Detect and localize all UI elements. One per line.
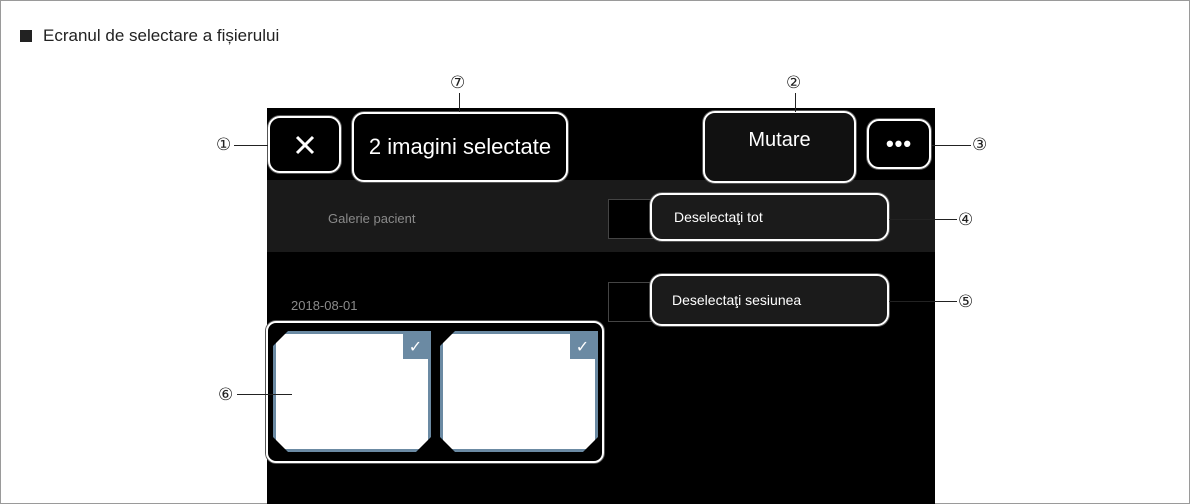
bullet-square-icon [20, 30, 32, 42]
close-icon [295, 135, 314, 154]
callout-2-leader [795, 93, 796, 112]
callout-2: ② [786, 73, 802, 92]
callout-7: ⑦ [450, 73, 466, 92]
figure-heading: Ecranul de selectare a fișierului [20, 26, 279, 46]
more-options-button[interactable]: ••• [867, 119, 931, 169]
heading-text: Ecranul de selectare a fișierului [43, 26, 280, 45]
gallery-label: Galerie pacient [328, 211, 416, 226]
checkmark-icon[interactable]: ✓ [570, 334, 595, 359]
move-button[interactable]: Mutare [703, 111, 856, 183]
selection-count-title: 2 imagini selectate [352, 112, 568, 182]
callout-3: ③ [972, 135, 988, 154]
session-date: 2018-08-01 [291, 298, 358, 313]
callout-1: ① [216, 135, 232, 154]
more-options-icon: ••• [885, 131, 913, 156]
callout-1-leader [234, 145, 268, 146]
callout-3-leader [932, 145, 971, 146]
callout-7-leader [459, 93, 460, 112]
image-thumbnail[interactable]: ✓ [273, 331, 431, 452]
checkmark-icon[interactable]: ✓ [403, 334, 428, 359]
deselect-all-button[interactable]: Deselectaţi tot [650, 193, 889, 241]
callout-4: ④ [958, 210, 974, 229]
callout-6-leader [237, 394, 292, 395]
callout-4-leader [889, 219, 957, 220]
image-thumbnail[interactable]: ✓ [440, 331, 598, 452]
callout-5: ⑤ [958, 292, 974, 311]
callout-5-leader [889, 301, 957, 302]
close-button[interactable] [268, 116, 341, 173]
callout-6: ⑥ [218, 385, 234, 404]
deselect-session-button[interactable]: Deselectaţi sesiunea [650, 274, 889, 326]
